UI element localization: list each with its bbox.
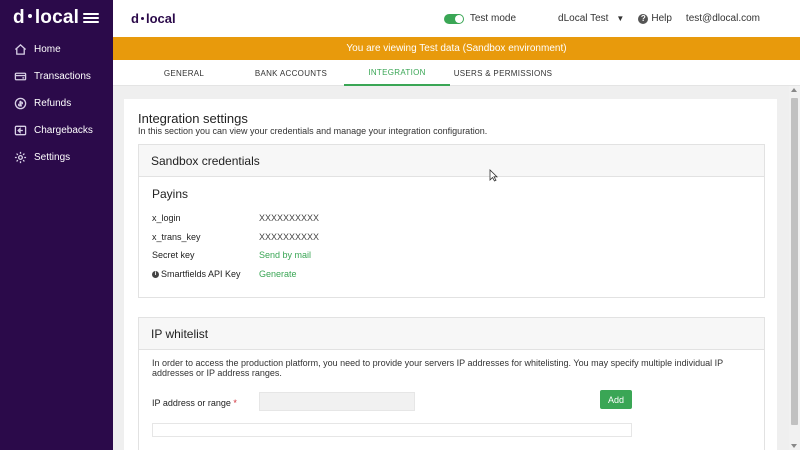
- scroll-thumb[interactable]: [791, 98, 798, 425]
- account-dropdown[interactable]: dLocal Test ▼: [558, 13, 624, 24]
- page-scrollbar[interactable]: [789, 86, 800, 450]
- sidebar-item-label: Chargebacks: [34, 125, 93, 136]
- sandbox-banner: You are viewing Test data (Sandbox envir…: [113, 37, 800, 60]
- banner-text: You are viewing Test data (Sandbox envir…: [346, 43, 567, 54]
- hamburger-menu-icon[interactable]: [83, 11, 99, 25]
- sidebar-item-transactions[interactable]: Transactions: [0, 63, 113, 90]
- sidebar-item-label: Home: [34, 44, 61, 55]
- help-label: Help: [651, 13, 672, 24]
- sidebar-item-refunds[interactable]: Refunds: [0, 90, 113, 117]
- chargebacks-icon: [14, 124, 27, 137]
- page-description: In this section you can view your creden…: [138, 126, 488, 136]
- tab-users-permissions[interactable]: USERS & PERMISSIONS: [453, 60, 553, 86]
- send-by-mail-link[interactable]: Send by mail: [259, 250, 311, 260]
- integration-panel: Integration settings In this section you…: [124, 99, 777, 450]
- scroll-down-arrow-icon[interactable]: [791, 444, 797, 448]
- mouse-cursor-icon: [489, 169, 498, 182]
- gear-icon: [14, 151, 27, 164]
- settings-tabs: GENERAL BANK ACCOUNTS INTEGRATION USERS …: [113, 60, 800, 86]
- home-icon: [14, 43, 27, 56]
- scroll-up-arrow-icon[interactable]: [791, 88, 797, 92]
- sidebar-item-chargebacks[interactable]: Chargebacks: [0, 117, 113, 144]
- refunds-icon: [14, 97, 27, 110]
- required-mark: *: [233, 398, 237, 408]
- help-icon: ?: [638, 13, 649, 24]
- sidebar-item-label: Transactions: [34, 71, 91, 82]
- ip-field-label-text: IP address or range: [152, 398, 231, 408]
- top-bar: d local Test mode dLocal Test ▼ ? Help te…: [113, 0, 800, 37]
- sandbox-credentials-card: Sandbox credentials Payins x_login XXXXX…: [138, 144, 765, 298]
- credential-label: x_trans_key: [152, 232, 201, 242]
- account-name: dLocal Test: [558, 13, 609, 24]
- sidebar-logo[interactable]: d local: [13, 7, 79, 29]
- page-title: Integration settings: [138, 111, 248, 126]
- header-logo[interactable]: d local: [131, 11, 176, 26]
- help-link[interactable]: ? Help: [638, 13, 672, 24]
- tab-bank-accounts[interactable]: BANK ACCOUNTS: [246, 60, 336, 86]
- ip-list: [152, 423, 632, 437]
- tab-integration[interactable]: INTEGRATION: [344, 60, 450, 86]
- ip-address-input[interactable]: [259, 392, 415, 411]
- sidebar-nav: Home Transactions Refunds Chargebacks Se…: [0, 36, 113, 171]
- caret-down-icon: ▼: [616, 14, 625, 23]
- sidebar-item-settings[interactable]: Settings: [0, 144, 113, 171]
- logo-right: local: [145, 11, 176, 26]
- transactions-icon: [14, 70, 27, 83]
- logo-dot: [140, 17, 144, 21]
- credential-label: Smartfields API Key: [161, 269, 241, 279]
- ip-whitelist-card: IP whitelist In order to access the prod…: [138, 317, 765, 450]
- sidebar-brand: d local: [0, 0, 113, 36]
- header-controls: Test mode dLocal Test ▼ ? Help test@dloc…: [443, 13, 800, 24]
- ip-whitelist-description: In order to access the production platfo…: [152, 358, 723, 378]
- tab-general[interactable]: GENERAL: [148, 60, 220, 86]
- credential-value: XXXXXXXXXX: [259, 213, 320, 223]
- logo-right: local: [34, 7, 80, 28]
- sidebar-item-label: Settings: [34, 152, 71, 163]
- user-email[interactable]: test@dlocal.com: [686, 13, 760, 24]
- logo-left: d: [131, 11, 139, 26]
- ip-field-label: IP address or range *: [152, 398, 237, 408]
- logo-left: d: [13, 7, 25, 28]
- info-icon[interactable]: i: [152, 271, 159, 279]
- logo-dot: [27, 14, 32, 19]
- test-mode-toggle[interactable]: [443, 13, 464, 24]
- sidebar-item-label: Refunds: [34, 98, 72, 109]
- generate-key-link[interactable]: Generate: [259, 269, 297, 279]
- payins-heading: Payins: [152, 187, 189, 201]
- credential-label: Secret key: [152, 250, 195, 260]
- credential-value: XXXXXXXXXX: [259, 232, 320, 242]
- sandbox-credentials-title: Sandbox credentials: [139, 145, 764, 177]
- ip-whitelist-title: IP whitelist: [139, 318, 764, 350]
- sidebar-item-home[interactable]: Home: [0, 36, 113, 63]
- credential-label: x_login: [152, 213, 181, 223]
- smartfields-row: i Smartfields API Key: [152, 269, 241, 279]
- test-mode-label: Test mode: [469, 13, 517, 24]
- sidebar: d local Home Transactions Refunds Chargeb…: [0, 0, 113, 450]
- add-ip-button[interactable]: Add: [600, 390, 632, 409]
